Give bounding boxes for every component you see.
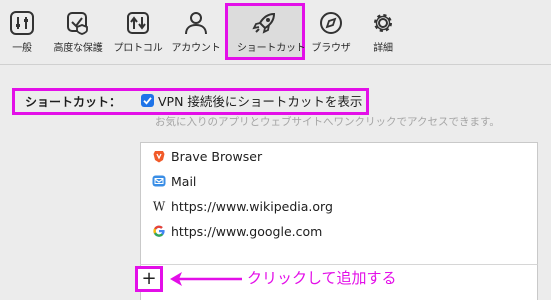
wikipedia-icon: W <box>152 199 166 214</box>
checkmark-icon <box>143 97 152 105</box>
shortcut-help-text: お気に入りのアプリとウェブサイトへワンクリックでアクセスできます。 <box>155 116 500 128</box>
tab-general[interactable]: 一般 <box>0 10 50 60</box>
compass-icon <box>318 10 344 36</box>
mail-icon <box>152 174 166 188</box>
tab-advanced-protection-label: 高度な保護 <box>53 43 103 54</box>
tab-details-label: 詳細 <box>373 43 393 54</box>
preferences-toolbar: 一般 高度な保護 プロトコル アカウント ショートカット ブラウザ 詳細 <box>0 0 551 64</box>
tab-shortcuts[interactable]: ショートカット <box>237 10 306 60</box>
list-item[interactable]: Mail <box>152 173 196 191</box>
tab-shortcuts-label: ショートカット <box>237 43 306 54</box>
tab-account-label: アカウント <box>171 43 221 54</box>
list-item-label: Brave Browser <box>171 149 263 164</box>
tab-protocol-label: プロトコル <box>113 43 163 54</box>
shield-check-icon <box>65 10 91 36</box>
tab-browser-label: ブラウザ <box>311 43 351 54</box>
list-item[interactable]: https://www.google.com <box>152 223 322 241</box>
svg-text:W: W <box>153 200 166 214</box>
list-item[interactable]: Brave Browser <box>152 148 262 166</box>
brave-icon <box>152 149 166 163</box>
list-item[interactable]: W https://www.wikipedia.org <box>152 198 333 216</box>
show-shortcuts-checkbox[interactable] <box>141 94 154 107</box>
add-shortcut-button[interactable]: + <box>135 266 163 292</box>
protocol-arrows-icon <box>125 10 151 36</box>
rocket-icon <box>252 10 278 36</box>
show-shortcuts-checkbox-label[interactable]: VPN 接続後にショートカットを表示 <box>158 94 362 110</box>
tab-protocol[interactable]: プロトコル <box>110 10 166 60</box>
tab-browser[interactable]: ブラウザ <box>303 10 359 60</box>
add-annotation-text: クリックして追加する <box>247 269 397 287</box>
gear-icon <box>370 10 396 36</box>
tab-account[interactable]: アカウント <box>168 10 224 60</box>
list-item-label: Mail <box>171 174 197 189</box>
shortcut-label: ショートカット： <box>25 95 122 109</box>
toolbar-divider <box>0 64 551 65</box>
person-icon <box>183 10 209 36</box>
list-item-label: https://www.google.com <box>171 224 323 239</box>
arrow-icon <box>168 270 243 288</box>
tab-details[interactable]: 詳細 <box>355 10 411 60</box>
sliders-icon <box>9 10 35 36</box>
tab-advanced-protection[interactable]: 高度な保護 <box>50 10 106 60</box>
shortcut-setting-row: ショートカット： VPN 接続後にショートカットを表示 <box>12 88 369 115</box>
list-item-label: https://www.wikipedia.org <box>171 199 333 214</box>
google-icon <box>152 224 166 238</box>
tab-general-label: 一般 <box>12 43 32 54</box>
